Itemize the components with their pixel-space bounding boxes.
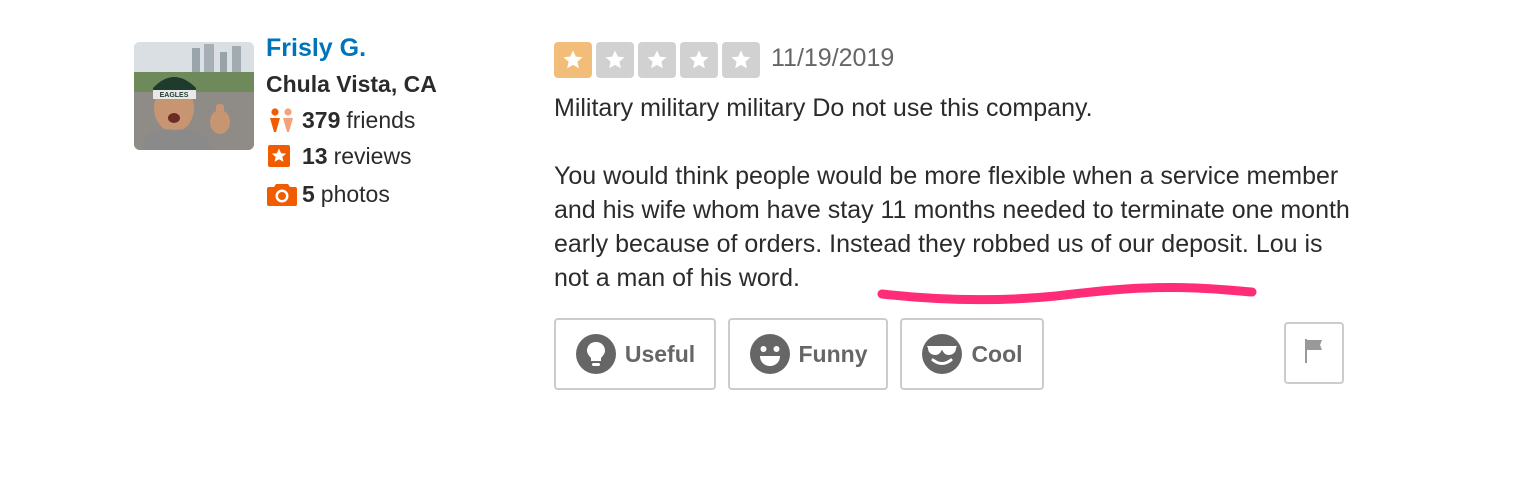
review-paragraph-2: You would think people would be more fle… <box>554 159 1354 295</box>
rating-star-2 <box>596 42 634 78</box>
photos-count: 5 <box>302 180 315 207</box>
star-rating <box>554 42 760 78</box>
user-name-link[interactable]: Frisly G. <box>266 34 366 63</box>
rating-star-1 <box>554 42 592 78</box>
flag-icon <box>1303 337 1325 370</box>
reviews-label: reviews <box>333 142 412 169</box>
cool-button[interactable]: Cool <box>900 318 1044 390</box>
rating-star-3 <box>638 42 676 78</box>
useful-label: Useful <box>624 340 696 367</box>
user-location: Chula Vista, CA <box>266 71 437 97</box>
funny-button[interactable]: Funny <box>728 318 888 390</box>
friends-count: 379 <box>302 106 341 133</box>
highlight-underline <box>877 282 1257 305</box>
user-avatar[interactable]: EAGLES <box>134 42 254 150</box>
friends-icon <box>266 106 302 134</box>
avatar-cap-text: EAGLES <box>160 92 189 99</box>
review-date: 11/19/2019 <box>771 44 895 72</box>
rating-star-5 <box>722 42 760 78</box>
photos-label: photos <box>320 180 390 207</box>
review-card: EAGLES Frisly G. Chula Vista, CA 379 fri… <box>0 0 1538 486</box>
camera-icon <box>266 180 302 208</box>
review-paragraph-2-text: You would think people would be more fle… <box>554 162 1350 258</box>
cool-label: Cool <box>971 340 1023 367</box>
friends-label: friends <box>346 106 416 133</box>
rating-star-4 <box>680 42 718 78</box>
review-paragraph-1: Military military military Do not use th… <box>554 94 1093 122</box>
lightbulb-icon <box>575 333 617 375</box>
star-badge-icon <box>266 142 302 170</box>
reviews-count: 13 <box>302 142 328 169</box>
smiley-icon <box>749 333 791 375</box>
sunglasses-icon <box>921 333 963 375</box>
funny-label: Funny <box>798 340 868 367</box>
flag-review-button[interactable] <box>1284 322 1344 384</box>
user-friends-stat: 379 friends <box>266 106 415 134</box>
user-reviews-stat: 13 reviews <box>266 142 412 170</box>
review-text: Military military military Do not use th… <box>554 91 1354 295</box>
useful-button[interactable]: Useful <box>554 318 716 390</box>
user-photos-stat: 5 photos <box>266 180 390 208</box>
